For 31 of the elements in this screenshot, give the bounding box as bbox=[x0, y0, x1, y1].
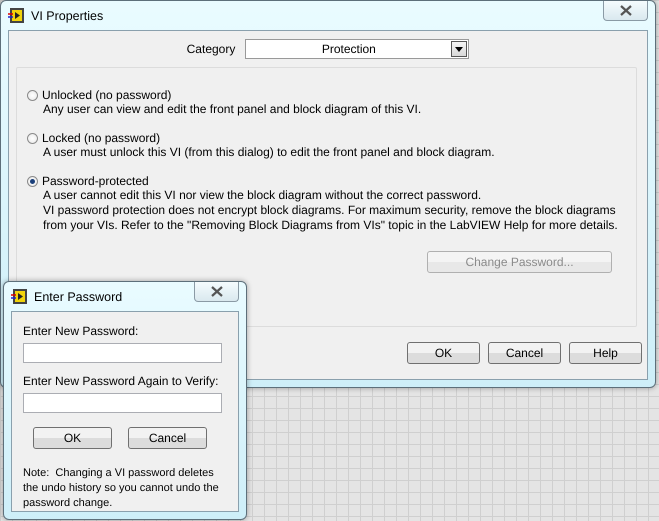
app-icon bbox=[8, 8, 25, 23]
radio-button[interactable] bbox=[27, 176, 38, 186]
option-label[interactable]: Locked (no password) bbox=[42, 131, 160, 145]
option-label[interactable]: Password-protected bbox=[42, 174, 149, 188]
cancel-button[interactable]: Cancel bbox=[128, 427, 207, 449]
option-description: VI password protection does not encrypt block diagrams. For maximum security, remove the block diagrams from your VIs. Refer to the "Removing Block Diagrams from VIs" topic in the LabVIEW Help for more details. bbox=[43, 203, 619, 233]
option-description: Any user can view and edit the front panel and block diagram of this VI. bbox=[43, 102, 422, 117]
help-button[interactable]: Help bbox=[569, 342, 642, 364]
password-field[interactable] bbox=[23, 343, 222, 363]
ok-button[interactable]: OK bbox=[33, 427, 112, 449]
category-label: Category bbox=[186, 42, 236, 56]
cancel-button[interactable]: Cancel bbox=[488, 342, 561, 364]
option-description: A user cannot edit this VI nor view the block diagram without the correct password. bbox=[43, 188, 482, 203]
radio-button[interactable] bbox=[27, 132, 38, 144]
option-label[interactable]: Unlocked (no password) bbox=[42, 88, 172, 102]
window-title: VI Properties bbox=[31, 8, 104, 22]
window-title: Enter Password bbox=[34, 290, 122, 304]
field-label: Enter New Password: bbox=[23, 324, 140, 338]
close-icon bbox=[210, 286, 224, 297]
ok-button[interactable]: OK bbox=[407, 342, 480, 364]
category-dropdown[interactable]: Protection bbox=[245, 39, 470, 59]
note-text: Note: Changing a VI password deletes the undo history so you cannot undo the password change. bbox=[23, 466, 220, 511]
option-description: A user must unlock this VI (from this dialog) to edit the front panel and block diagram. bbox=[43, 145, 496, 160]
close-button[interactable] bbox=[603, 1, 648, 21]
radio-button[interactable] bbox=[27, 90, 38, 100]
close-button[interactable] bbox=[194, 282, 239, 302]
close-icon bbox=[618, 5, 632, 16]
field-label: Enter New Password Again to Verify: bbox=[23, 374, 220, 388]
password-field[interactable] bbox=[23, 393, 222, 413]
app-icon bbox=[11, 289, 28, 304]
dropdown-arrow-icon bbox=[455, 46, 464, 52]
